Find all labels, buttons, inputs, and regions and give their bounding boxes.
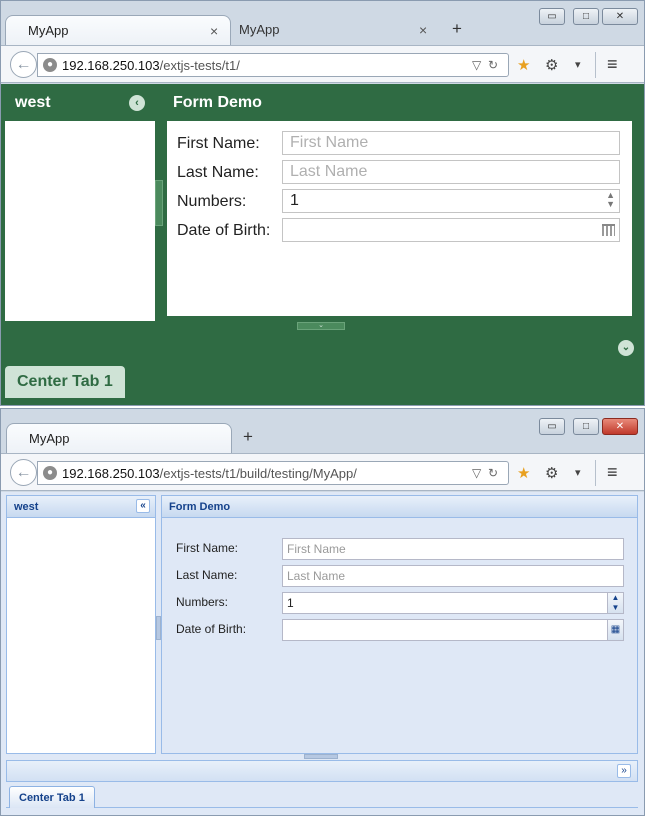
app-viewport: west « Form Demo First Name: First Name … [1,492,644,815]
expand-down-icon[interactable]: » [617,764,631,778]
west-panel-header: west « [7,496,155,518]
tab-strip: MyApp + ▭ □ ✕ [1,409,644,453]
first-name-label: First Name: [177,135,260,152]
app-viewport: west ‹ Form Demo First Name: First Name … [1,84,644,405]
numbers-label: Numbers: [176,595,229,609]
first-name-label: First Name: [176,541,239,555]
menu-icon[interactable]: ≡ [607,54,618,75]
dropdown-icon[interactable]: ▽ [472,58,481,72]
west-panel-body [5,121,155,321]
west-panel-title: west [14,501,39,513]
reload-icon[interactable]: ↻ [488,466,498,480]
calendar-icon[interactable]: ▦ [607,619,624,641]
new-tab-button[interactable]: + [452,19,462,39]
browser-tab-active[interactable]: MyApp [6,423,232,453]
south-panel-header: » [6,760,638,782]
form-panel: Form Demo First Name: First Name Last Na… [161,495,638,754]
globe-icon: ● [43,58,57,72]
form-panel-body: First Name: First Name Last Name: Last N… [167,121,632,316]
numbers-value: 1 [287,596,294,610]
date-of-birth-label: Date of Birth: [176,622,247,636]
date-of-birth-label: Date of Birth: [177,222,271,239]
numbers-stepper[interactable]: 1 ▲ ▼ [282,189,620,213]
date-of-birth-field[interactable]: ▦ [282,619,624,641]
west-panel: west « [6,495,156,754]
browser-tab-label: MyApp [28,23,69,38]
back-icon[interactable]: ← [10,459,37,486]
spinner-icon[interactable]: ▲ ▼ [607,592,624,614]
minimize-button[interactable]: ▭ [539,8,565,25]
calendar-icon[interactable] [602,224,615,236]
west-panel-title: west [15,94,51,111]
address-bar[interactable]: ● 192.168.250.103/extjs-tests/t1/build/t… [37,461,509,485]
url-text: 192.168.250.103/extjs-tests/t1/ [62,58,240,73]
spinner-icon[interactable]: ▲ ▼ [606,191,615,209]
back-icon[interactable]: ← [10,51,37,78]
maximize-button[interactable]: □ [573,418,599,435]
maximize-button[interactable]: □ [573,8,599,25]
form-panel-title: Form Demo [173,94,262,111]
expand-down-icon[interactable]: ⌄ [618,340,634,356]
tab-center-1[interactable]: Center Tab 1 [5,366,125,398]
settings-icon[interactable]: ⚙ [545,464,558,482]
browser-window-neptune: MyApp × MyApp × + ▭ □ ✕ ← ● 192.168.250.… [0,0,645,406]
south-splitter[interactable] [304,754,338,759]
browser-tab-label: MyApp [29,431,70,446]
last-name-field[interactable]: Last Name [282,565,624,587]
chevron-down-icon[interactable]: ▾ [575,58,581,71]
tab-strip: MyApp × MyApp × + ▭ □ ✕ [1,1,644,45]
numbers-stepper[interactable]: 1 ▲ ▼ [282,592,624,614]
west-panel: west ‹ [5,85,155,405]
numbers-label: Numbers: [177,193,247,210]
form-panel: Form Demo First Name: First Name Last Na… [163,85,637,321]
first-name-field[interactable]: First Name [282,538,624,560]
collapse-left-icon[interactable]: « [136,499,150,513]
chevron-down-icon[interactable]: ▾ [575,466,581,479]
last-name-label: Last Name: [176,568,238,582]
bookmark-icon[interactable]: ★ [517,56,530,74]
last-name-label: Last Name: [177,164,259,181]
date-of-birth-field[interactable] [282,218,620,242]
minimize-button[interactable]: ▭ [539,418,565,435]
browser-tab-active[interactable]: MyApp × [5,15,231,45]
close-window-button[interactable]: ✕ [602,8,638,25]
bookmark-icon[interactable]: ★ [517,464,530,482]
new-tab-button[interactable]: + [243,427,253,447]
address-bar[interactable]: ● 192.168.250.103/extjs-tests/t1/ ▽ ↻ [37,53,509,77]
west-panel-header: west ‹ [5,85,155,121]
collapse-left-icon[interactable]: ‹ [129,95,145,111]
south-splitter[interactable]: ⌄ [297,322,345,330]
form-panel-title: Form Demo [162,496,637,518]
url-text: 192.168.250.103/extjs-tests/t1/build/tes… [62,466,357,481]
center-tab-bar: Center Tab 1 [6,784,638,808]
numbers-value: 1 [290,192,299,209]
toolbar-separator [595,52,596,78]
first-name-field[interactable]: First Name [282,131,620,155]
last-name-field[interactable]: Last Name [282,160,620,184]
browser-tab-label: MyApp [239,22,280,37]
close-tab-icon[interactable]: × [419,22,427,38]
settings-icon[interactable]: ⚙ [545,56,558,74]
browser-tab-inactive[interactable]: MyApp × [217,15,437,45]
reload-icon[interactable]: ↻ [488,58,498,72]
dropdown-icon[interactable]: ▽ [472,466,481,480]
tab-center-1[interactable]: Center Tab 1 [9,786,95,808]
navigation-bar: ← ● 192.168.250.103/extjs-tests/t1/ ▽ ↻ … [1,45,644,83]
west-splitter[interactable] [155,180,163,226]
globe-icon: ● [43,466,57,480]
close-window-button[interactable]: ✕ [602,418,638,435]
browser-window-classic: MyApp + ▭ □ ✕ ← ● 192.168.250.103/extjs-… [0,408,645,816]
navigation-bar: ← ● 192.168.250.103/extjs-tests/t1/build… [1,453,644,491]
menu-icon[interactable]: ≡ [607,462,618,483]
toolbar-separator [595,460,596,486]
